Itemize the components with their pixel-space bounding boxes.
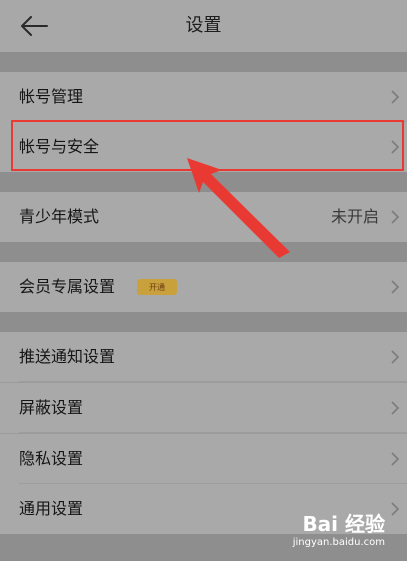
settings-row-account-management[interactable]: 帐号管理	[0, 72, 407, 122]
watermark-url: jingyan.baidu.com	[292, 537, 385, 548]
highlight-box	[11, 120, 404, 171]
settings-row-privacy[interactable]: 隐私设置	[0, 434, 407, 484]
row-label: 推送通知设置	[19, 347, 116, 366]
settings-row-teen-mode[interactable]: 青少年模式 未开启	[0, 192, 407, 242]
vip-badge-label: 开通	[149, 282, 165, 292]
row-divider	[19, 381, 407, 382]
section-gap	[0, 172, 407, 192]
chevron-right-icon	[391, 401, 400, 415]
section-gap	[0, 312, 407, 332]
chevron-right-icon	[391, 502, 400, 516]
row-label: 青少年模式	[19, 207, 100, 226]
vip-badge: 开通	[137, 279, 177, 295]
row-label: 屏蔽设置	[19, 398, 84, 417]
row-label: 隐私设置	[19, 449, 84, 468]
chevron-right-icon	[391, 452, 400, 466]
header-bar: 设置	[0, 0, 407, 52]
watermark: Bai 经验 jingyan.baidu.com	[293, 513, 385, 549]
row-label: 通用设置	[19, 499, 84, 518]
settings-row-vip-settings[interactable]: 会员专属设置	[0, 262, 407, 312]
row-divider	[19, 432, 407, 433]
row-label: 会员专属设置	[19, 277, 116, 296]
chevron-right-icon	[391, 350, 400, 364]
watermark-logo: Bai 经验	[302, 512, 385, 536]
section-gap	[0, 52, 407, 72]
section-gap	[0, 242, 407, 262]
chevron-right-icon	[391, 210, 400, 224]
settings-row-block[interactable]: 屏蔽设置	[0, 383, 407, 433]
row-label: 帐号管理	[19, 87, 84, 106]
teen-mode-status: 未开启	[330, 207, 379, 226]
settings-row-push-notifications[interactable]: 推送通知设置	[0, 332, 407, 382]
page-title: 设置	[185, 15, 222, 36]
chevron-right-icon	[391, 90, 400, 104]
chevron-right-icon	[391, 280, 400, 294]
